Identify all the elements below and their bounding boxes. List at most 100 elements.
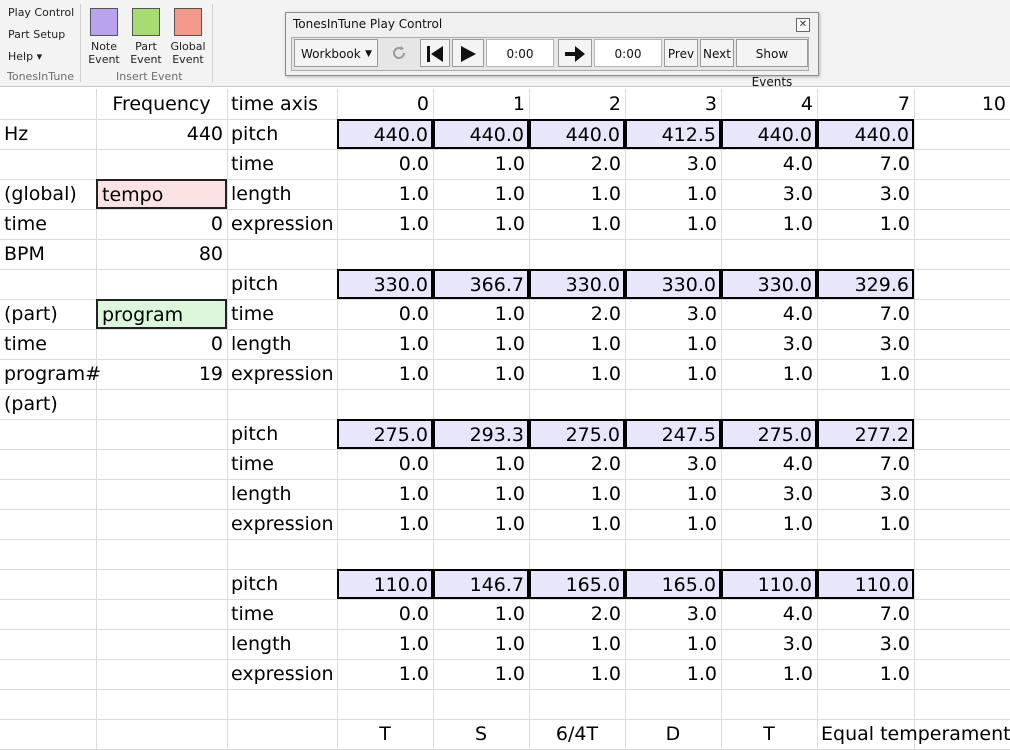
expression-row-label[interactable]: expression — [227, 209, 337, 239]
pitch-cell[interactable]: 275.0 — [529, 419, 625, 449]
length-cell[interactable]: 1.0 — [337, 329, 433, 359]
pitch-cell[interactable]: 275.0 — [337, 419, 433, 449]
expression-cell[interactable]: 1.0 — [721, 209, 817, 239]
length-cell[interactable]: 1.0 — [529, 479, 625, 509]
chord-label[interactable]: Equal temperament — [817, 719, 1010, 749]
length-cell[interactable]: 3.0 — [721, 179, 817, 209]
expression-cell[interactable]: 1.0 — [625, 659, 721, 689]
show-events-button[interactable]: Show Events — [736, 39, 808, 89]
pitch-cell[interactable]: 330.0 — [337, 269, 433, 299]
time-cell[interactable]: 4.0 — [721, 299, 817, 329]
time-cell[interactable]: 3.0 — [625, 449, 721, 479]
time-cell[interactable]: 0.0 — [337, 449, 433, 479]
time-cell[interactable]: 7.0 — [817, 299, 914, 329]
expression-cell[interactable]: 1.0 — [721, 659, 817, 689]
length-cell[interactable]: 3.0 — [721, 629, 817, 659]
time-axis-value[interactable]: 1 — [433, 89, 529, 119]
length-cell[interactable]: 1.0 — [433, 479, 529, 509]
time-cell[interactable]: 7.0 — [817, 149, 914, 179]
pitch-cell[interactable]: 412.5 — [625, 119, 721, 149]
pitch-cell[interactable]: 330.0 — [625, 269, 721, 299]
time-axis-value[interactable]: 3 — [625, 89, 721, 119]
time-cell[interactable]: 1.0 — [433, 599, 529, 629]
pitch-cell[interactable]: 247.5 — [625, 419, 721, 449]
chord-label[interactable]: T — [337, 719, 433, 749]
time-cell[interactable]: 1.0 — [433, 149, 529, 179]
time-cell[interactable]: 0.0 — [337, 299, 433, 329]
time-cell[interactable]: 2.0 — [529, 149, 625, 179]
expression-cell[interactable]: 1.0 — [529, 209, 625, 239]
frequency-header[interactable]: Frequency — [96, 89, 227, 119]
expression-cell[interactable]: 1.0 — [817, 659, 914, 689]
time-row-label[interactable]: time — [227, 449, 337, 479]
time-cell[interactable]: 4.0 — [721, 599, 817, 629]
start-time-field[interactable]: 0:00 — [486, 39, 554, 67]
length-cell[interactable]: 1.0 — [337, 629, 433, 659]
expression-cell[interactable]: 1.0 — [433, 659, 529, 689]
part-label-2[interactable]: (part) — [0, 389, 96, 419]
expression-cell[interactable]: 1.0 — [433, 359, 529, 389]
program-number-label[interactable]: program# — [0, 359, 101, 389]
part-time-value[interactable]: 0 — [96, 329, 227, 359]
next-button[interactable]: Next — [700, 39, 734, 67]
part-time-label[interactable]: time — [0, 329, 96, 359]
pitch-row-label[interactable]: pitch — [227, 269, 337, 299]
pitch-cell[interactable]: 440.0 — [721, 119, 817, 149]
expression-row-label[interactable]: expression — [227, 659, 337, 689]
expression-cell[interactable]: 1.0 — [529, 359, 625, 389]
program-number-value[interactable]: 19 — [96, 359, 227, 389]
length-cell[interactable]: 3.0 — [817, 629, 914, 659]
pitch-cell[interactable]: 165.0 — [529, 569, 625, 599]
length-cell[interactable]: 1.0 — [529, 629, 625, 659]
bpm-label[interactable]: BPM — [0, 239, 96, 269]
pitch-cell[interactable]: 440.0 — [433, 119, 529, 149]
time-cell[interactable]: 3.0 — [625, 299, 721, 329]
length-cell[interactable]: 1.0 — [625, 479, 721, 509]
time-axis-value[interactable]: 0 — [337, 89, 433, 119]
expression-cell[interactable]: 1.0 — [721, 509, 817, 539]
pitch-cell[interactable]: 277.2 — [817, 419, 914, 449]
workbook-dropdown[interactable]: Workbook ▼ — [294, 39, 378, 67]
length-cell[interactable]: 3.0 — [817, 179, 914, 209]
refresh-button[interactable] — [382, 39, 416, 67]
time-cell[interactable]: 1.0 — [433, 449, 529, 479]
length-row-label[interactable]: length — [227, 329, 337, 359]
pitch-cell[interactable]: 440.0 — [817, 119, 914, 149]
length-cell[interactable]: 1.0 — [625, 629, 721, 659]
expression-cell[interactable]: 1.0 — [817, 359, 914, 389]
chord-label[interactable]: T — [721, 719, 817, 749]
expression-cell[interactable]: 1.0 — [721, 359, 817, 389]
hz-label[interactable]: Hz — [0, 119, 96, 149]
time-axis-value[interactable]: 10 — [914, 89, 1010, 119]
help-menu[interactable]: Help ▾ — [8, 50, 42, 63]
time-cell[interactable]: 4.0 — [721, 149, 817, 179]
pitch-cell[interactable]: 366.7 — [433, 269, 529, 299]
length-cell[interactable]: 1.0 — [337, 479, 433, 509]
time-cell[interactable]: 1.0 — [433, 299, 529, 329]
chord-label[interactable]: 6/4T — [529, 719, 625, 749]
global-label[interactable]: (global) — [0, 179, 96, 209]
play-control-link[interactable]: Play Control — [8, 6, 74, 19]
time-cell[interactable]: 4.0 — [721, 449, 817, 479]
pitch-cell[interactable]: 165.0 — [625, 569, 721, 599]
tempo-event-cell[interactable]: tempo — [96, 179, 227, 209]
pitch-cell[interactable]: 330.0 — [721, 269, 817, 299]
pitch-cell[interactable]: 330.0 — [529, 269, 625, 299]
length-row-label[interactable]: length — [227, 479, 337, 509]
expression-row-label[interactable]: expression — [227, 509, 337, 539]
time-axis-label[interactable]: time axis — [227, 89, 337, 119]
pitch-cell[interactable]: 110.0 — [817, 569, 914, 599]
bpm-value[interactable]: 80 — [96, 239, 227, 269]
length-cell[interactable]: 1.0 — [625, 179, 721, 209]
program-event-cell[interactable]: program — [96, 299, 227, 329]
expression-cell[interactable]: 1.0 — [433, 209, 529, 239]
play-button[interactable] — [452, 39, 484, 67]
global-time-value[interactable]: 0 — [96, 209, 227, 239]
prev-button[interactable]: Prev — [664, 39, 698, 67]
length-cell[interactable]: 1.0 — [433, 629, 529, 659]
note-event-button[interactable]: Note Event — [84, 0, 124, 66]
expression-cell[interactable]: 1.0 — [337, 659, 433, 689]
pitch-cell[interactable]: 275.0 — [721, 419, 817, 449]
pitch-row-label[interactable]: pitch — [227, 419, 337, 449]
pitch-cell[interactable]: 440.0 — [337, 119, 433, 149]
